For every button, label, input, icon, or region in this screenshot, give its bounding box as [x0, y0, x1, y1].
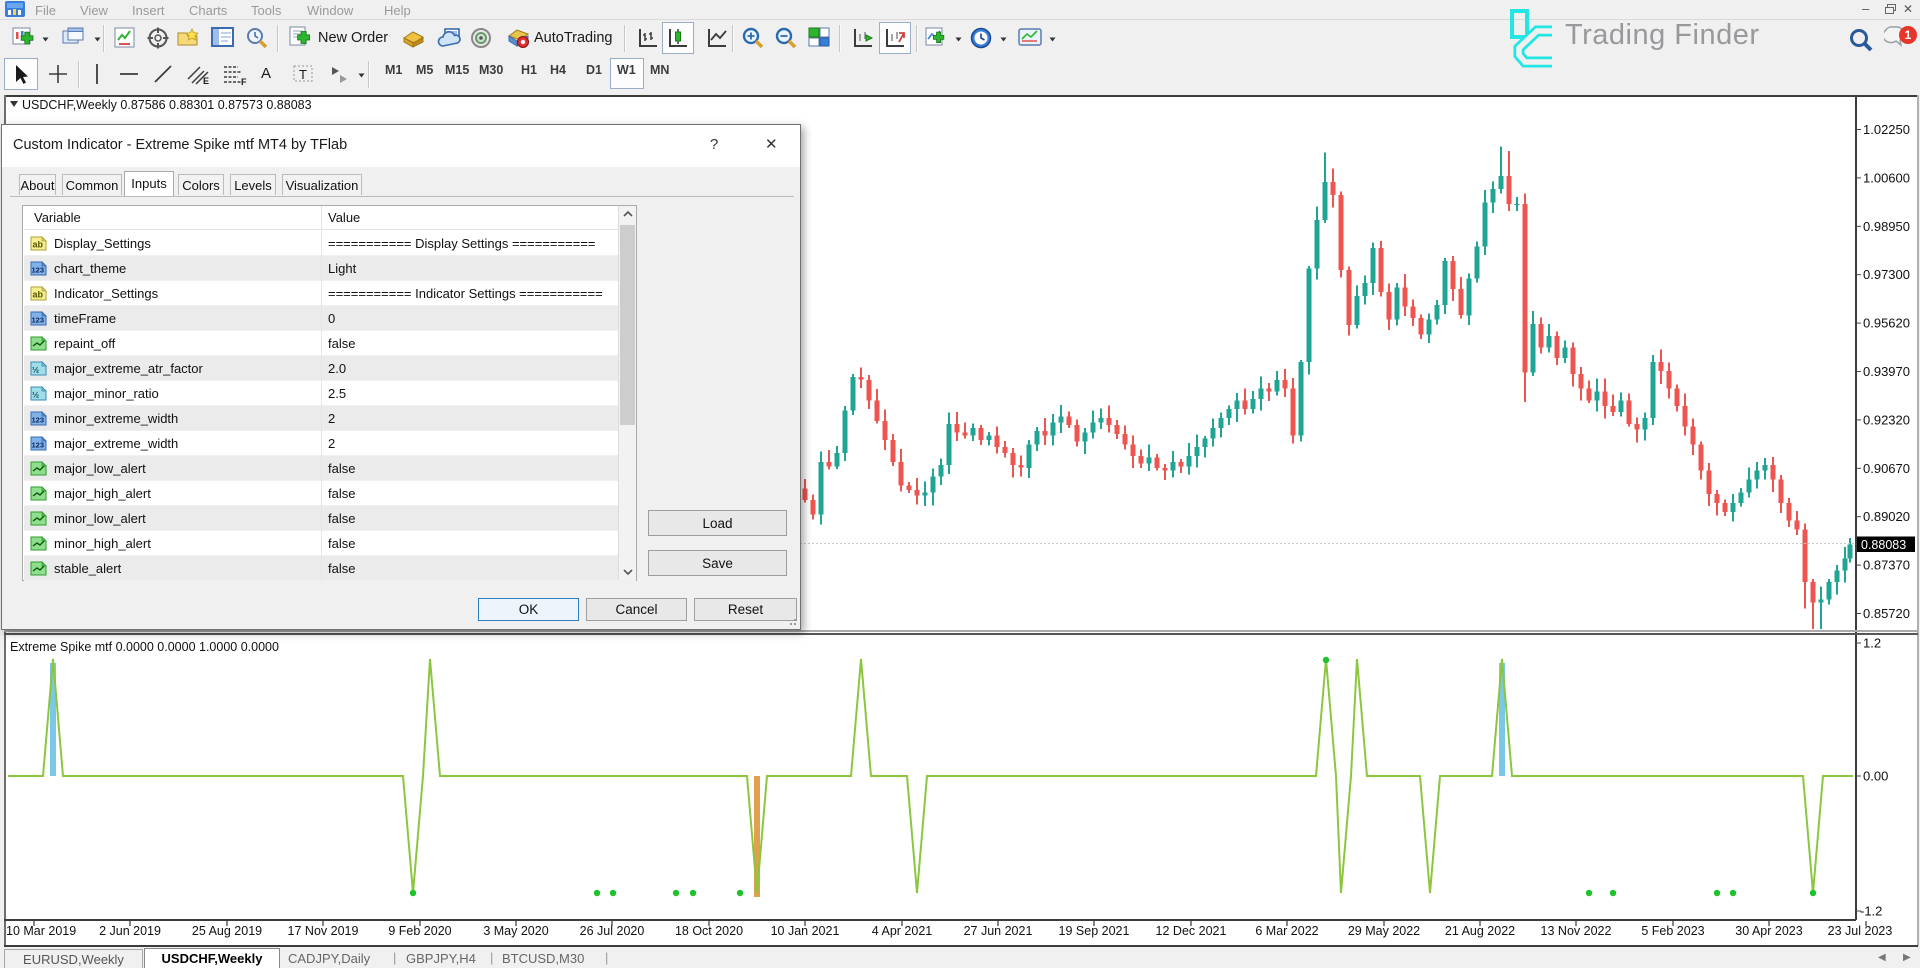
svg-text:T: T — [299, 67, 307, 82]
svg-text:0.00: 0.00 — [1863, 769, 1888, 784]
svg-text:0.98950: 0.98950 — [1863, 219, 1910, 234]
svg-text:½: ½ — [32, 390, 39, 400]
svg-text:13 Nov 2022: 13 Nov 2022 — [1541, 924, 1612, 938]
svg-text:2 Jun 2019: 2 Jun 2019 — [99, 924, 161, 938]
svg-text:½: ½ — [32, 365, 39, 375]
svg-text:21 Aug 2022: 21 Aug 2022 — [1445, 924, 1515, 938]
svg-text:0.89020: 0.89020 — [1863, 509, 1910, 524]
svg-text:10 Mar 2019: 10 Mar 2019 — [6, 924, 76, 938]
svg-text:Extreme Spike mtf 0.0000 0.000: Extreme Spike mtf 0.0000 0.0000 1.0000 0… — [10, 640, 279, 654]
svg-text:10 Jan 2021: 10 Jan 2021 — [771, 924, 840, 938]
svg-text:123: 123 — [32, 266, 45, 275]
svg-text:4 Apr 2021: 4 Apr 2021 — [872, 924, 933, 938]
svg-text:-1.2: -1.2 — [1860, 904, 1882, 919]
svg-text:18 Oct 2020: 18 Oct 2020 — [675, 924, 743, 938]
svg-text:0.88083: 0.88083 — [1861, 538, 1906, 552]
svg-text:19 Sep 2021: 19 Sep 2021 — [1059, 924, 1130, 938]
svg-text:17 Nov 2019: 17 Nov 2019 — [288, 924, 359, 938]
svg-text:0.90670: 0.90670 — [1863, 461, 1910, 476]
svg-text:6 Mar 2022: 6 Mar 2022 — [1255, 924, 1318, 938]
svg-text:23 Jul 2023: 23 Jul 2023 — [1828, 924, 1893, 938]
svg-text:0.93970: 0.93970 — [1863, 364, 1910, 379]
svg-text:ab: ab — [33, 240, 44, 250]
svg-text:29 May 2022: 29 May 2022 — [1348, 924, 1420, 938]
svg-text:123: 123 — [32, 441, 45, 450]
svg-text:5 Feb 2023: 5 Feb 2023 — [1641, 924, 1704, 938]
svg-text:12 Dec 2021: 12 Dec 2021 — [1156, 924, 1227, 938]
svg-text:9 Feb 2020: 9 Feb 2020 — [388, 924, 451, 938]
svg-text:0.87370: 0.87370 — [1863, 558, 1910, 573]
svg-text:0.85720: 0.85720 — [1863, 606, 1910, 621]
svg-text:E: E — [203, 76, 209, 85]
svg-text:0.95620: 0.95620 — [1863, 316, 1910, 331]
svg-text:1.00600: 1.00600 — [1863, 170, 1910, 185]
svg-text:27 Jun 2021: 27 Jun 2021 — [964, 924, 1033, 938]
svg-text:26 Jul 2020: 26 Jul 2020 — [580, 924, 645, 938]
svg-text:3 May 2020: 3 May 2020 — [483, 924, 548, 938]
svg-text:ab: ab — [33, 290, 44, 300]
svg-text:30 Apr 2023: 30 Apr 2023 — [1735, 924, 1802, 938]
svg-text:0.92320: 0.92320 — [1863, 412, 1910, 427]
svg-text:123: 123 — [32, 416, 45, 425]
svg-text:USDCHF,Weekly 0.87586 0.88301: USDCHF,Weekly 0.87586 0.88301 0.87573 0.… — [22, 98, 312, 112]
svg-text:123: 123 — [32, 316, 45, 325]
svg-text:0.97300: 0.97300 — [1863, 267, 1910, 282]
svg-text:1.02250: 1.02250 — [1863, 122, 1910, 137]
svg-text:F: F — [241, 77, 247, 85]
svg-text:1.2: 1.2 — [1863, 636, 1881, 651]
svg-text:25 Aug 2019: 25 Aug 2019 — [192, 924, 262, 938]
